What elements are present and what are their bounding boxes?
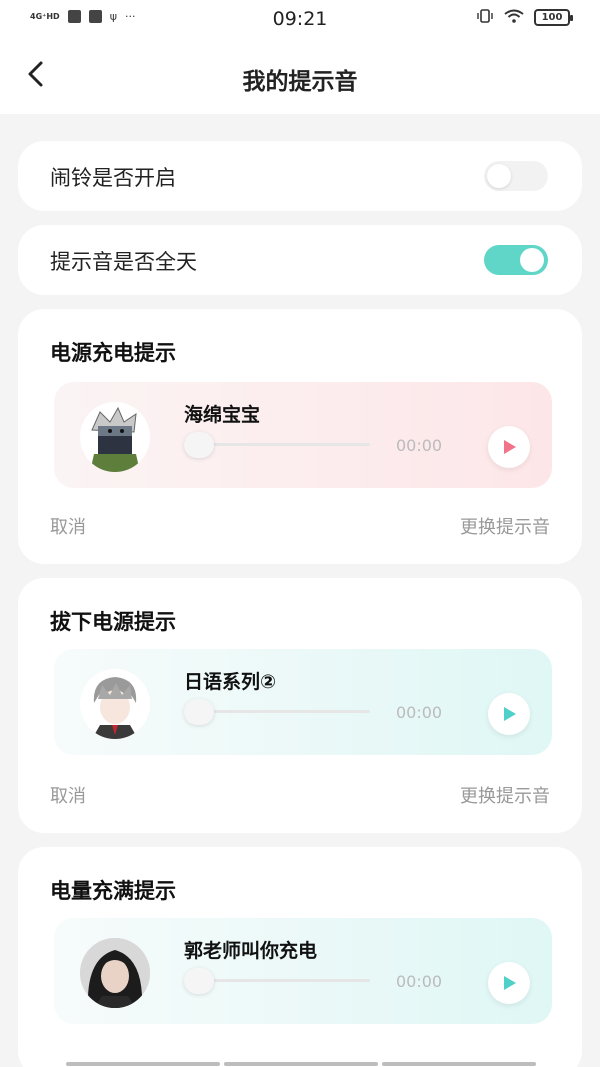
cancel-button[interactable]: 取消 xyxy=(50,513,86,539)
track-name: 郭老师叫你充电 xyxy=(184,940,318,962)
play-icon xyxy=(504,440,516,454)
toggle-knob xyxy=(520,248,544,272)
section-title: 拔下电源提示 xyxy=(50,610,176,634)
avatar xyxy=(80,938,150,1008)
toggle-knob xyxy=(487,164,511,188)
scroll-indicator xyxy=(66,1062,536,1066)
play-icon xyxy=(504,707,516,721)
page-title: 我的提示音 xyxy=(242,69,358,95)
time-label: 00:00 xyxy=(396,703,443,722)
change-sound-button[interactable]: 更换提示音 xyxy=(460,782,550,808)
charging-sound-card: 电源充电提示 海绵宝宝 00:00 取消 更换提示音 xyxy=(18,309,582,564)
status-bar: 4G⁺HD ψ ··· 09:21 100 xyxy=(0,0,600,40)
wifi-icon xyxy=(504,9,524,26)
play-button[interactable] xyxy=(488,962,530,1004)
status-right: 100 xyxy=(476,9,573,26)
alarm-label: 闹铃是否开启 xyxy=(50,166,176,190)
top-bar: 我的提示音 xyxy=(0,40,600,114)
all-day-label: 提示音是否全天 xyxy=(50,250,197,274)
all-day-setting-card: 提示音是否全天 xyxy=(18,225,582,295)
alarm-toggle[interactable] xyxy=(484,161,548,191)
unplug-sound-card: 拔下电源提示 日语系列② 00:00 取消 更换提示音 xyxy=(18,578,582,833)
alarm-setting-card: 闹铃是否开启 xyxy=(18,141,582,211)
sound-player: 日语系列② 00:00 xyxy=(54,649,552,755)
full-battery-sound-card: 电量充满提示 郭老师叫你充电 00:00 xyxy=(18,847,582,1067)
play-button[interactable] xyxy=(488,426,530,468)
track-name: 日语系列② xyxy=(184,671,277,693)
sound-player: 郭老师叫你充电 00:00 xyxy=(54,918,552,1024)
play-icon xyxy=(504,976,516,990)
indicator-segment xyxy=(66,1062,220,1066)
indicator-segment xyxy=(382,1062,536,1066)
battery-icon: 100 xyxy=(534,9,573,26)
section-title: 电量充满提示 xyxy=(50,879,176,903)
indicator-segment xyxy=(224,1062,378,1066)
all-day-toggle[interactable] xyxy=(484,245,548,275)
sound-player: 海绵宝宝 00:00 xyxy=(54,382,552,488)
cancel-button[interactable]: 取消 xyxy=(50,782,86,808)
play-button[interactable] xyxy=(488,693,530,735)
progress-slider[interactable] xyxy=(184,968,214,994)
track-name: 海绵宝宝 xyxy=(184,404,261,426)
time-label: 00:00 xyxy=(396,436,443,455)
time-label: 00:00 xyxy=(396,972,443,991)
section-title: 电源充电提示 xyxy=(50,341,176,365)
progress-slider[interactable] xyxy=(184,432,214,458)
avatar xyxy=(80,669,150,739)
avatar xyxy=(80,402,150,472)
progress-slider[interactable] xyxy=(184,699,214,725)
vibrate-icon xyxy=(476,9,494,26)
change-sound-button[interactable]: 更换提示音 xyxy=(460,513,550,539)
